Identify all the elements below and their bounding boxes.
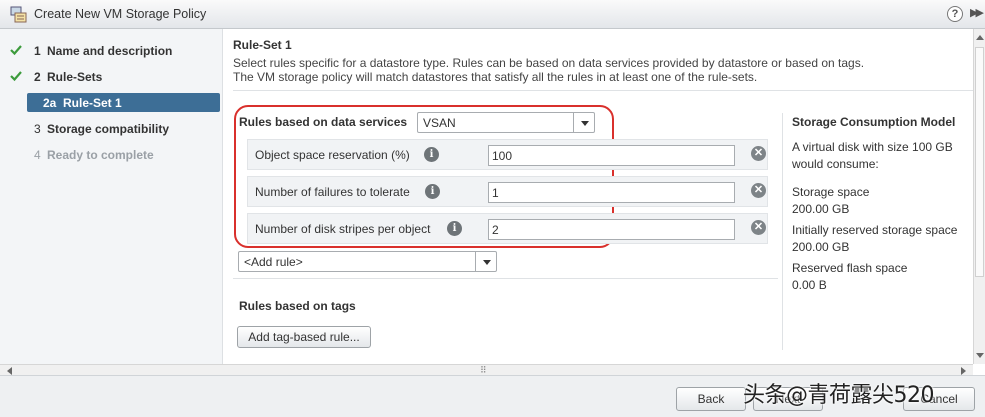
datastore-type-select[interactable]: VSAN <box>417 112 595 133</box>
storage-consumption-title: Storage Consumption Model <box>792 115 956 129</box>
description-line: Select rules specific for a datastore ty… <box>233 56 865 70</box>
info-icon[interactable]: i <box>424 147 439 162</box>
storage-consumption-panel: Storage Consumption Model A virtual disk… <box>782 113 972 350</box>
nav-step-label: Rule-Sets <box>47 70 103 84</box>
flash-space-value: 0.00 B <box>792 278 827 292</box>
chevron-down-icon[interactable] <box>573 113 594 132</box>
rule-value-input[interactable] <box>488 145 735 166</box>
nav-step-ready-to-complete: 4 Ready to complete <box>0 144 223 166</box>
add-rule-select[interactable]: <Add rule> <box>238 251 497 272</box>
rule-label: Object space reservation (%) <box>255 148 410 162</box>
nav-step-rule-set-1[interactable]: 2a Rule-Set 1 <box>27 93 220 112</box>
vm-storage-policy-icon <box>10 6 27 23</box>
page-description: Select rules specific for a datastore ty… <box>233 56 968 84</box>
flash-space-label: Reserved flash space <box>792 261 908 275</box>
description-line: The VM storage policy will match datasto… <box>233 70 758 84</box>
rules-data-services-label: Rules based on data services <box>239 115 408 129</box>
nav-step-label: Ready to complete <box>47 148 154 162</box>
rules-area: Rules based on data services VSAN Object… <box>233 104 778 364</box>
nav-step-number: 2a <box>43 96 57 110</box>
scroll-left-icon[interactable] <box>7 367 12 375</box>
reserved-storage-label: Initially reserved storage space <box>792 223 958 237</box>
nav-step-rule-sets[interactable]: 2 Rule-Sets <box>0 66 223 88</box>
storage-space-label: Storage space <box>792 185 870 199</box>
check-icon <box>10 45 22 56</box>
rule-label: Number of failures to tolerate <box>255 185 410 199</box>
reserved-storage-value: 200.00 GB <box>792 240 850 254</box>
remove-rule-icon[interactable]: ✕ <box>751 220 766 235</box>
scroll-down-icon[interactable] <box>976 353 984 358</box>
page-title: Rule-Set 1 <box>233 38 292 52</box>
resize-grip-icon[interactable]: ⠿ <box>480 365 487 375</box>
dialog-title-bar: Create New VM Storage Policy ? ▶▶ <box>0 0 985 29</box>
nav-step-number: 3 <box>34 122 41 136</box>
nav-step-name-and-description[interactable]: 1 Name and description <box>0 40 223 62</box>
vertical-scrollbar[interactable] <box>973 29 985 364</box>
watermark: 头条@青荷露尖520 <box>743 383 935 408</box>
nav-step-storage-compatibility[interactable]: 3 Storage compatibility <box>0 118 223 140</box>
scrollbar-thumb[interactable] <box>975 47 984 277</box>
expand-icon[interactable]: ▶▶ <box>970 6 984 19</box>
help-icon[interactable]: ? <box>947 6 963 22</box>
horizontal-scrollbar[interactable]: ⠿ <box>0 364 973 375</box>
info-icon[interactable]: i <box>447 221 462 236</box>
nav-step-label: Storage compatibility <box>47 122 170 136</box>
divider <box>233 278 778 279</box>
storage-space-value: 200.00 GB <box>792 202 850 216</box>
divider <box>233 90 973 91</box>
scroll-right-icon[interactable] <box>961 367 966 375</box>
rules-tags-label: Rules based on tags <box>239 299 356 313</box>
rule-row-object-space-reservation: Object space reservation (%) i ✕ <box>247 139 768 170</box>
dialog-title: Create New VM Storage Policy <box>34 7 207 21</box>
rule-row-disk-stripes: Number of disk stripes per object i ✕ <box>247 213 768 244</box>
nav-step-number: 4 <box>34 148 41 162</box>
scroll-up-icon[interactable] <box>976 35 984 40</box>
nav-step-number: 1 <box>34 44 41 58</box>
nav-step-number: 2 <box>34 70 41 84</box>
remove-rule-icon[interactable]: ✕ <box>751 146 766 161</box>
select-value: VSAN <box>423 116 456 130</box>
add-tag-rule-button[interactable]: Add tag-based rule... <box>237 326 371 348</box>
nav-step-label: Name and description <box>47 44 173 58</box>
select-value: <Add rule> <box>244 255 303 269</box>
rule-row-failures-to-tolerate: Number of failures to tolerate i ✕ <box>247 176 768 207</box>
rule-label: Number of disk stripes per object <box>255 222 431 236</box>
storage-consumption-intro: A virtual disk with size 100 GB would co… <box>792 140 953 171</box>
chevron-down-icon[interactable] <box>475 252 496 271</box>
back-button[interactable]: Back <box>676 387 746 411</box>
rule-value-input[interactable] <box>488 182 735 203</box>
check-icon <box>10 71 22 82</box>
wizard-steps-nav: 1 Name and description 2 Rule-Sets 2a Ru… <box>0 29 223 364</box>
nav-step-label: Rule-Set 1 <box>63 96 122 110</box>
rule-value-input[interactable] <box>488 219 735 240</box>
info-icon[interactable]: i <box>425 184 440 199</box>
remove-rule-icon[interactable]: ✕ <box>751 183 766 198</box>
